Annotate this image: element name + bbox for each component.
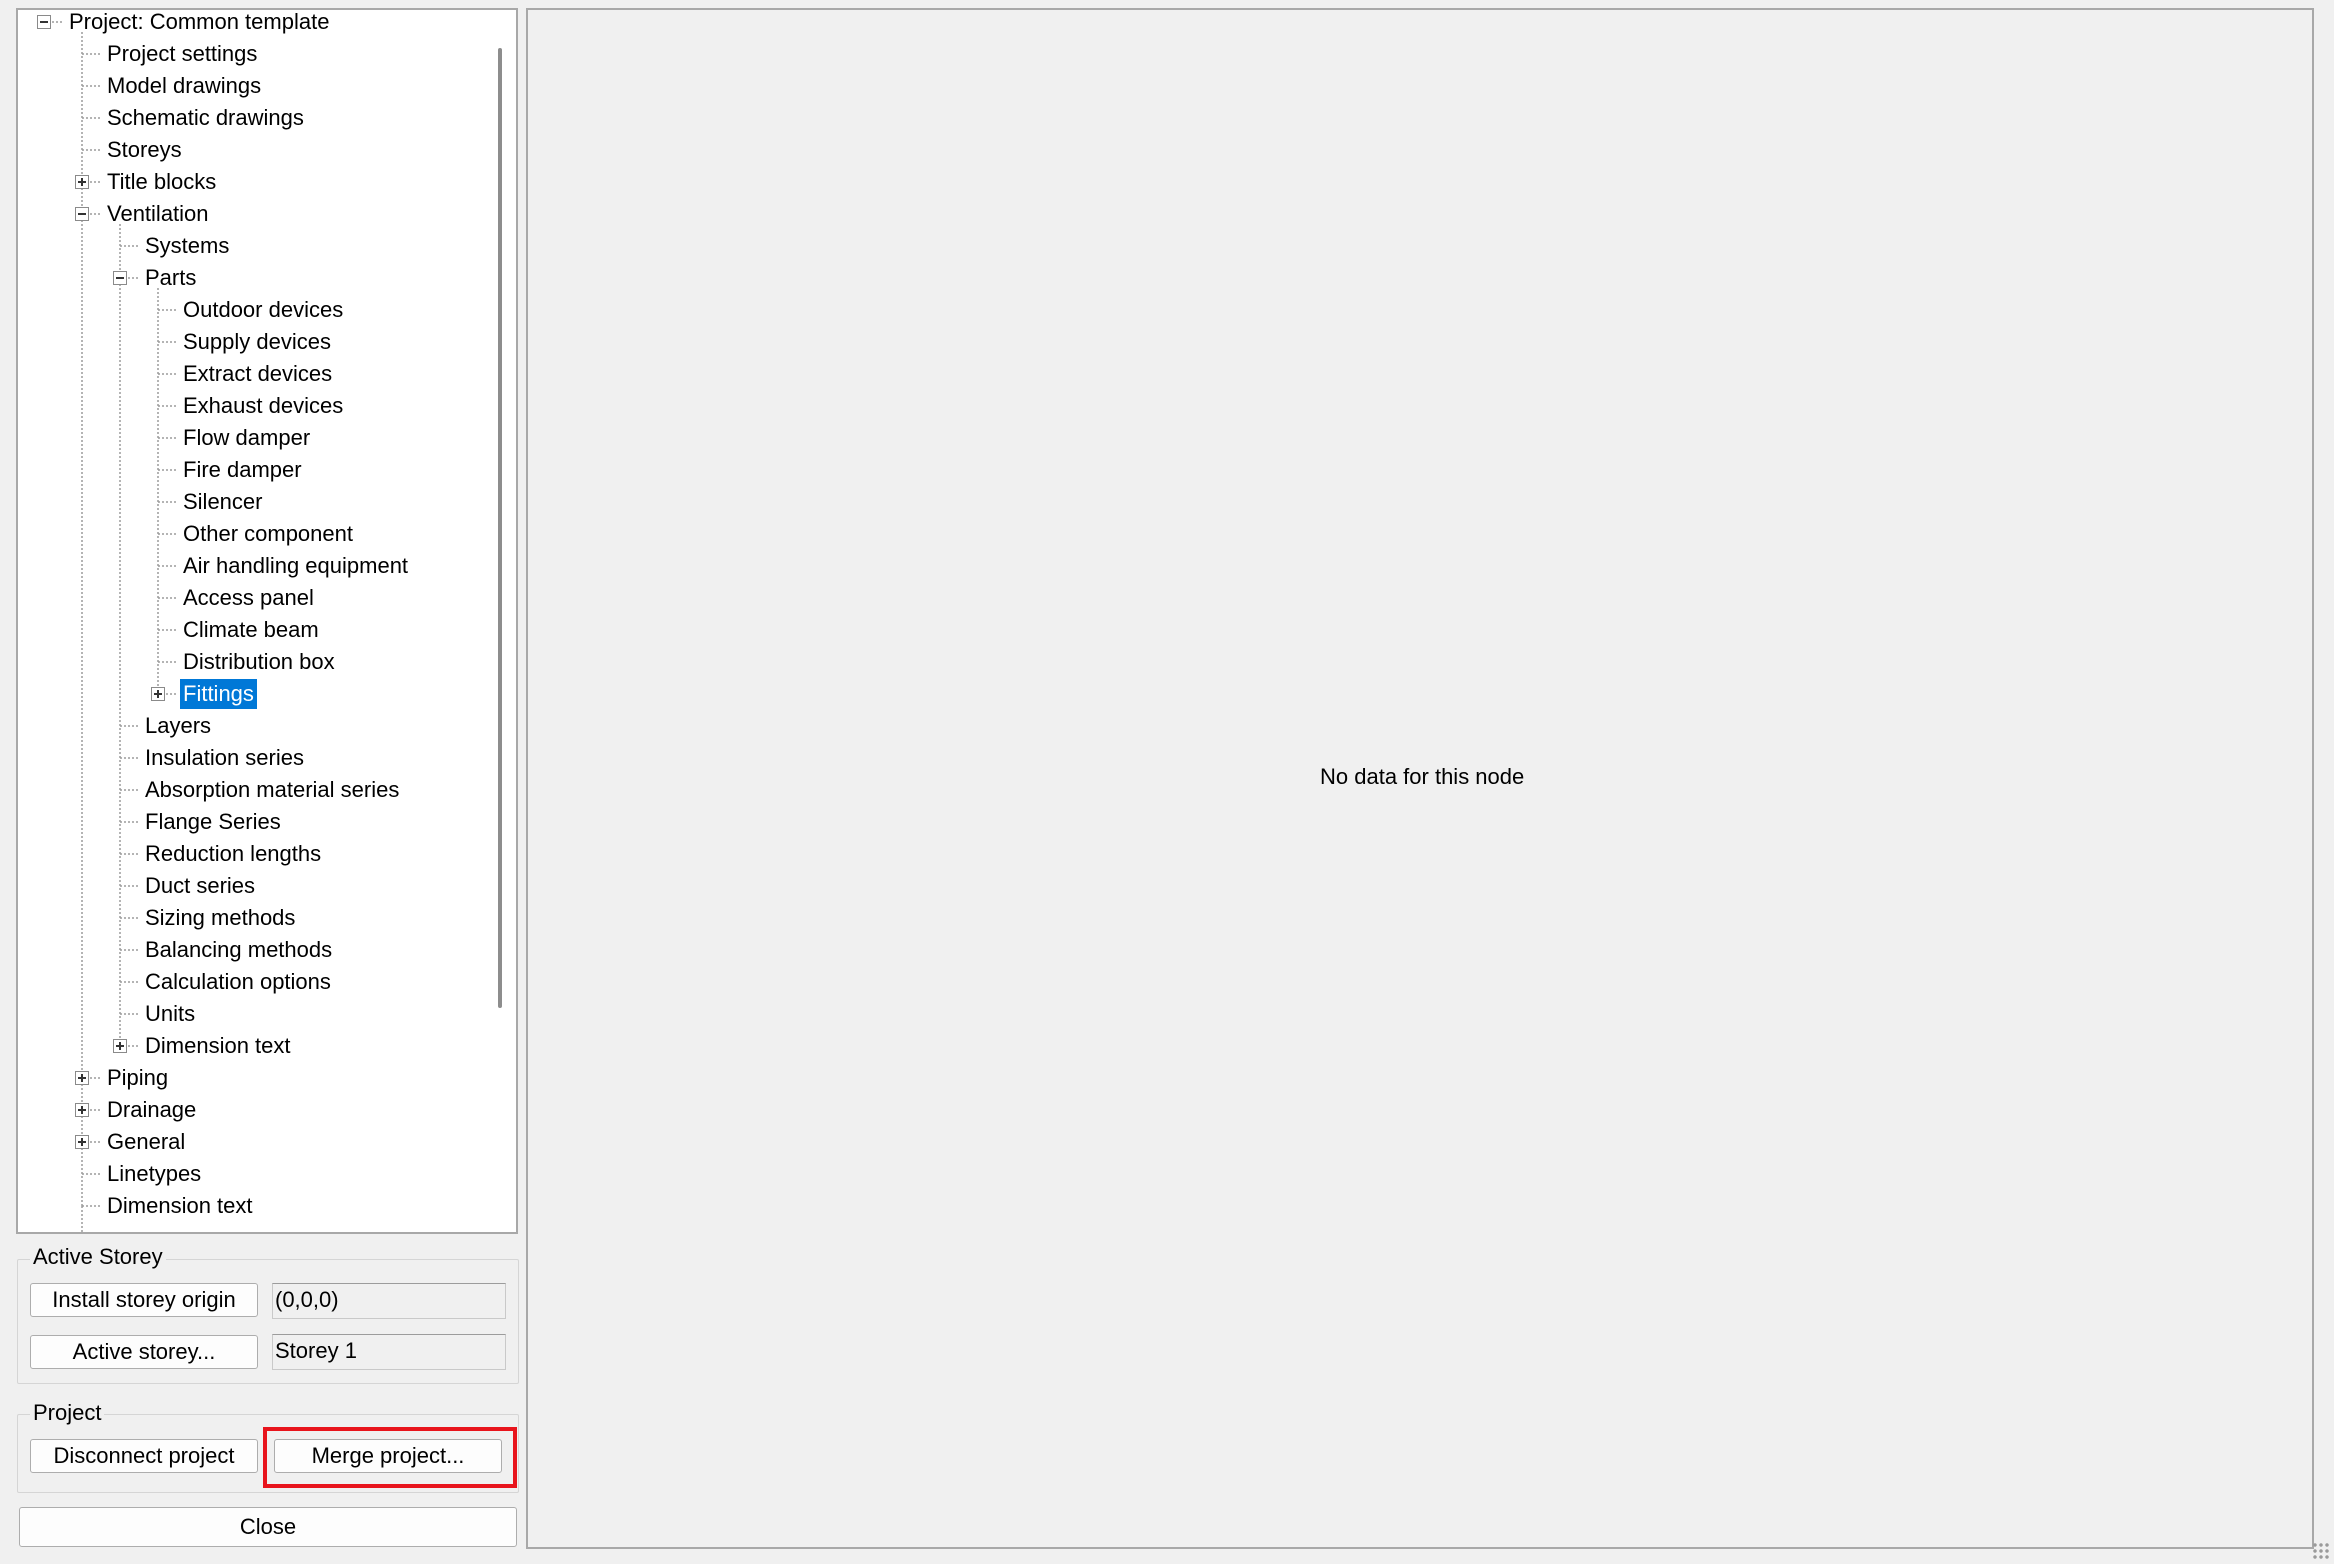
resize-grip[interactable] [2312,1542,2330,1560]
tree-node[interactable]: Systems [142,231,232,261]
tree-node[interactable]: Drainage [104,1095,199,1125]
expand-toggle-icon[interactable] [75,1103,89,1117]
active-storey-field[interactable]: Storey 1 [272,1334,506,1370]
tree-scrollbar[interactable] [498,48,502,1008]
install-storey-origin-button[interactable]: Install storey origin [30,1283,258,1317]
expand-toggle-icon[interactable] [151,687,165,701]
tree-node[interactable]: Distribution box [180,647,338,677]
tree-node[interactable]: Units [142,999,198,1029]
tree-node[interactable]: Dimension text [142,1031,294,1061]
tree-node[interactable]: Fittings [180,679,257,709]
tree-node[interactable]: Access panel [180,583,317,613]
tree-node[interactable]: Insulation series [142,743,307,773]
storey-origin-field[interactable]: (0,0,0) [272,1283,506,1319]
expand-toggle-icon[interactable] [75,175,89,189]
collapse-toggle-icon[interactable] [37,15,51,29]
tree-node[interactable]: Calculation options [142,967,334,997]
tree-node[interactable]: Flow damper [180,423,313,453]
tree-node[interactable]: Duct series [142,871,258,901]
tree-node[interactable]: Exhaust devices [180,391,346,421]
tree-node[interactable]: Dimension text [104,1191,256,1221]
tree-node[interactable]: Balancing methods [142,935,335,965]
tree-node[interactable]: Other component [180,519,356,549]
tree-node[interactable]: Title blocks [104,167,219,197]
tree-node[interactable]: Climate beam [180,615,322,645]
no-data-message: No data for this node [1320,764,1525,789]
active-storey-title: Active Storey [30,1244,166,1270]
tree-node[interactable]: Piping [104,1063,171,1093]
disconnect-project-button[interactable]: Disconnect project [30,1439,258,1473]
close-button[interactable]: Close [19,1507,517,1547]
tree-node[interactable]: Supply devices [180,327,334,357]
tree-node[interactable]: Outdoor devices [180,295,346,325]
tree-node[interactable]: Schematic drawings [104,103,307,133]
tree-node[interactable]: Project settings [104,39,260,69]
tree-node[interactable]: Layers [142,711,214,741]
tree-node[interactable]: Ventilation [104,199,212,229]
tree-node[interactable]: Air handling equipment [180,551,411,581]
project-tree[interactable]: Project: Common template Project settings… [16,8,518,1234]
active-storey-button[interactable]: Active storey... [30,1335,258,1369]
tree-node[interactable]: Reduction lengths [142,839,324,869]
tree-node[interactable]: General [104,1127,188,1157]
tree-node[interactable]: Model drawings [104,71,264,101]
merge-project-highlight [263,1427,517,1488]
tree-node[interactable]: Fire damper [180,455,305,485]
tree-node[interactable]: Flange Series [142,807,284,837]
collapse-toggle-icon[interactable] [113,271,127,285]
tree-node[interactable]: Sizing methods [142,903,298,933]
tree-node[interactable]: Storeys [104,135,185,165]
tree-node[interactable]: Parts [142,263,199,293]
tree-node[interactable]: Linetypes [104,1159,204,1189]
tree-node[interactable]: Silencer [180,487,265,517]
expand-toggle-icon[interactable] [113,1039,127,1053]
project-group-title: Project [30,1400,105,1426]
expand-toggle-icon[interactable] [75,1135,89,1149]
tree-node[interactable]: Absorption material series [142,775,402,805]
collapse-toggle-icon[interactable] [75,207,89,221]
tree-node[interactable]: Extract devices [180,359,335,389]
tree-node[interactable]: Project: Common template [66,10,332,37]
expand-toggle-icon[interactable] [75,1071,89,1085]
